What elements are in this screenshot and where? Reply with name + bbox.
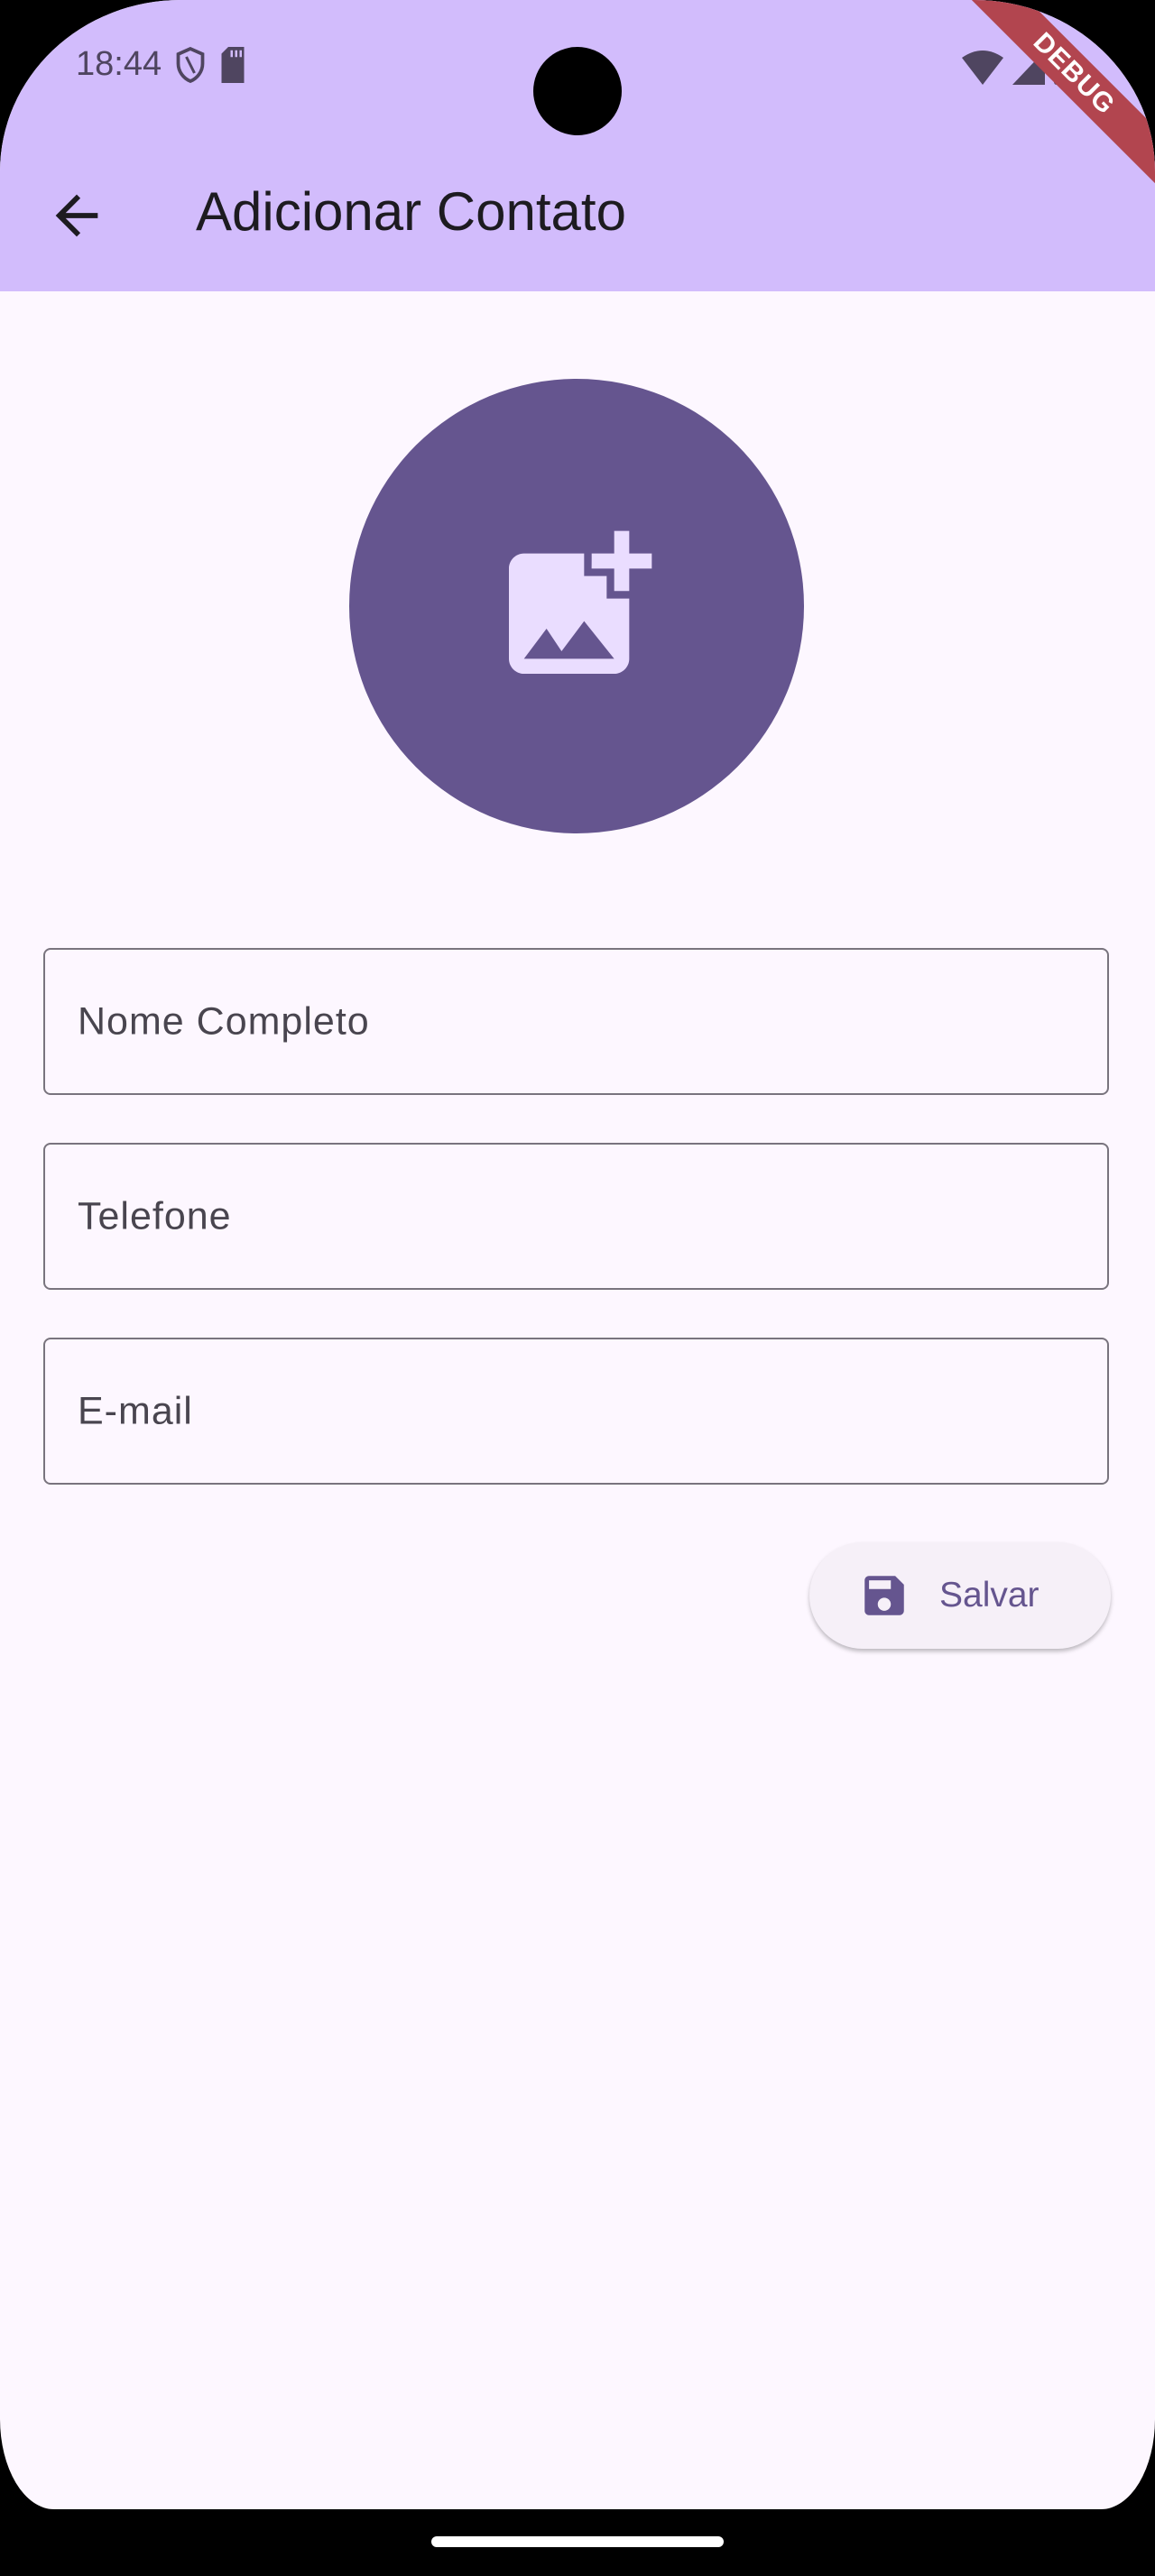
add-photo-icon (509, 530, 652, 674)
status-time: 18:44 (76, 45, 162, 83)
email-field[interactable]: E-mail (43, 1338, 1109, 1485)
wifi-icon (962, 51, 1003, 85)
save-icon (864, 1576, 904, 1615)
full-name-label: Nome Completo (78, 999, 370, 1043)
page-title: Adicionar Contato (196, 181, 626, 242)
shield-icon (176, 46, 205, 83)
phone-field[interactable]: Telefone (43, 1143, 1109, 1290)
email-label: E-mail (78, 1389, 193, 1432)
camera-cutout (533, 47, 622, 135)
status-bar: 18:44 (76, 45, 246, 84)
sd-card-icon (221, 46, 245, 83)
save-label: Salvar (939, 1576, 1040, 1615)
arrow-back-icon[interactable] (45, 184, 108, 247)
screen: 18:44 Adicionar Contato DEBUG Nome Compl… (0, 0, 1155, 2509)
home-gesture-handle[interactable] (431, 2536, 724, 2547)
full-name-field[interactable]: Nome Completo (43, 948, 1109, 1095)
app-bar: 18:44 Adicionar Contato (0, 0, 1155, 291)
add-photo-button[interactable] (349, 379, 804, 833)
save-button[interactable]: Salvar (809, 1542, 1111, 1649)
phone-label: Telefone (78, 1194, 232, 1237)
